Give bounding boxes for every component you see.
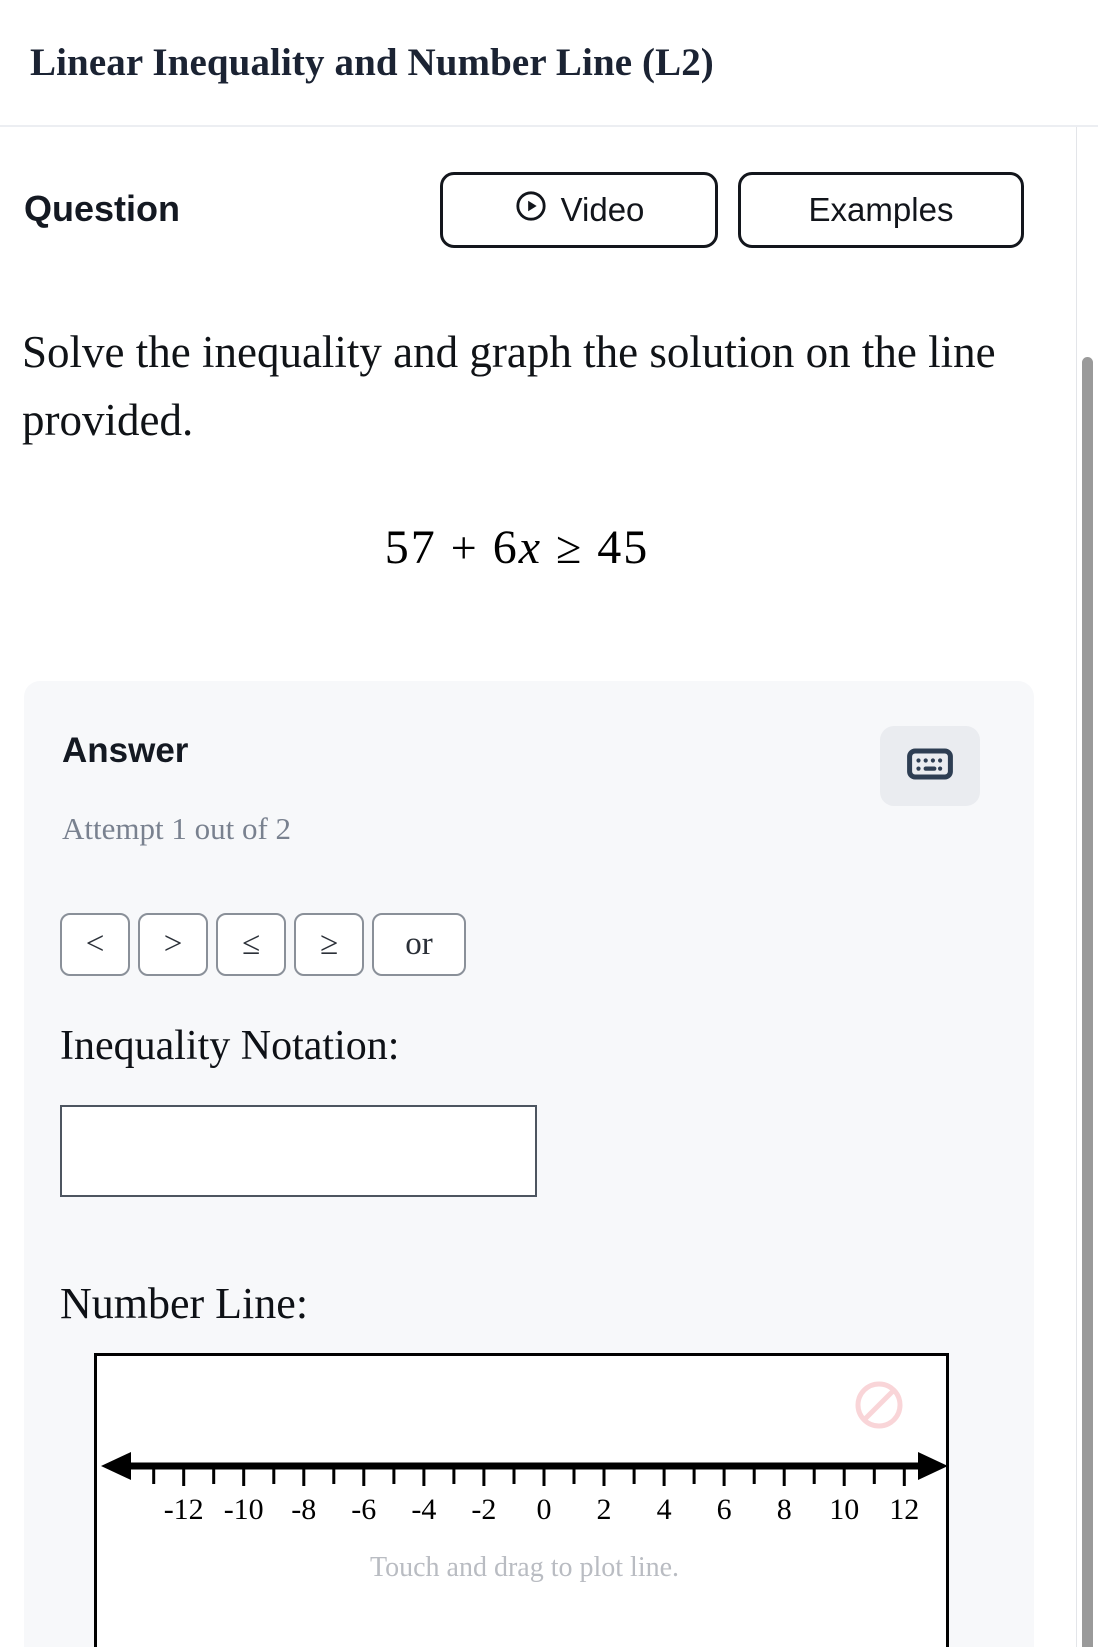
examples-button[interactable]: Examples [738,172,1024,248]
number-line-tick-label: -8 [291,1493,316,1526]
operator-button-less-than-or-equal[interactable]: ≤ [216,913,286,976]
question-prompt: Solve the inequality and graph the solut… [22,327,996,446]
attempt-counter: Attempt 1 out of 2 [62,811,292,846]
app-root: Linear Inequality and Number Line (L2) Q… [0,0,1098,1647]
equation-variable: x [518,521,542,574]
question-equation: 57 + 6x ≥ 45 [0,520,1034,575]
number-line-tick-label: -10 [224,1493,264,1526]
number-line-tick-label: -6 [351,1493,376,1526]
question-body: Solve the inequality and graph the solut… [0,290,1034,682]
equation-plus: + [450,522,479,573]
number-line-canvas[interactable]: -12 -10 -8 -6 -4 -2 0 2 4 6 8 10 12 Touch and drag t… [94,1353,949,1647]
number-line-tick-label: 10 [829,1493,859,1526]
inequality-notation-input[interactable] [60,1105,537,1197]
number-line-tick-label: 0 [537,1493,552,1526]
operator-button-or[interactable]: or [372,913,466,976]
scrollbar-track[interactable] [1076,127,1098,1647]
number-line-hint: Touch and drag to plot line. [369,1552,680,1583]
number-line-axis: -12 -10 -8 -6 -4 -2 0 2 4 6 8 10 12 [101,1452,946,1526]
number-line-tick-label: 6 [717,1493,732,1526]
inequality-notation-label: Inequality Notation: [60,1023,400,1069]
number-line-tick-label: 8 [777,1493,792,1526]
operator-button-greater-than[interactable]: > [138,913,208,976]
play-circle-icon [514,189,548,231]
keyboard-icon [907,746,953,787]
title-bar: Linear Inequality and Number Line (L2) [0,0,1098,127]
examples-button-label: Examples [808,191,954,228]
scrollbar-thumb[interactable] [1082,357,1093,1647]
equation-rhs: 45 [597,521,650,574]
question-header: Question Video Examples [0,127,1034,290]
question-actions: Video Examples [440,172,1024,248]
number-line-tick-label: -4 [411,1493,436,1526]
video-button[interactable]: Video [440,172,718,248]
number-line-tick-label: 12 [889,1493,919,1526]
answer-panel: Answer Attempt 1 out of 2 < > ≤ ≥ or Ine… [24,681,1034,1647]
question-label: Question [24,187,181,229]
video-button-label: Video [560,191,645,228]
equation-coefficient: 6 [492,521,519,574]
keyboard-toggle-button[interactable] [880,726,980,806]
number-line-tick-label: -12 [164,1493,204,1526]
operator-button-greater-than-or-equal[interactable]: ≥ [294,913,364,976]
equation-lhs-constant: 57 [384,521,437,574]
operator-button-less-than[interactable]: < [60,913,130,976]
number-line-tick-label: 4 [657,1493,672,1526]
equation-operator: ≥ [556,522,584,573]
number-line-tick-label: 2 [597,1493,612,1526]
operator-button-row: < > ≤ ≥ or [60,913,466,976]
number-line-label: Number Line: [60,1279,309,1328]
answer-title: Answer [62,731,189,770]
page-title: Linear Inequality and Number Line (L2) [30,41,714,84]
number-line-tick-label: -2 [471,1493,496,1526]
